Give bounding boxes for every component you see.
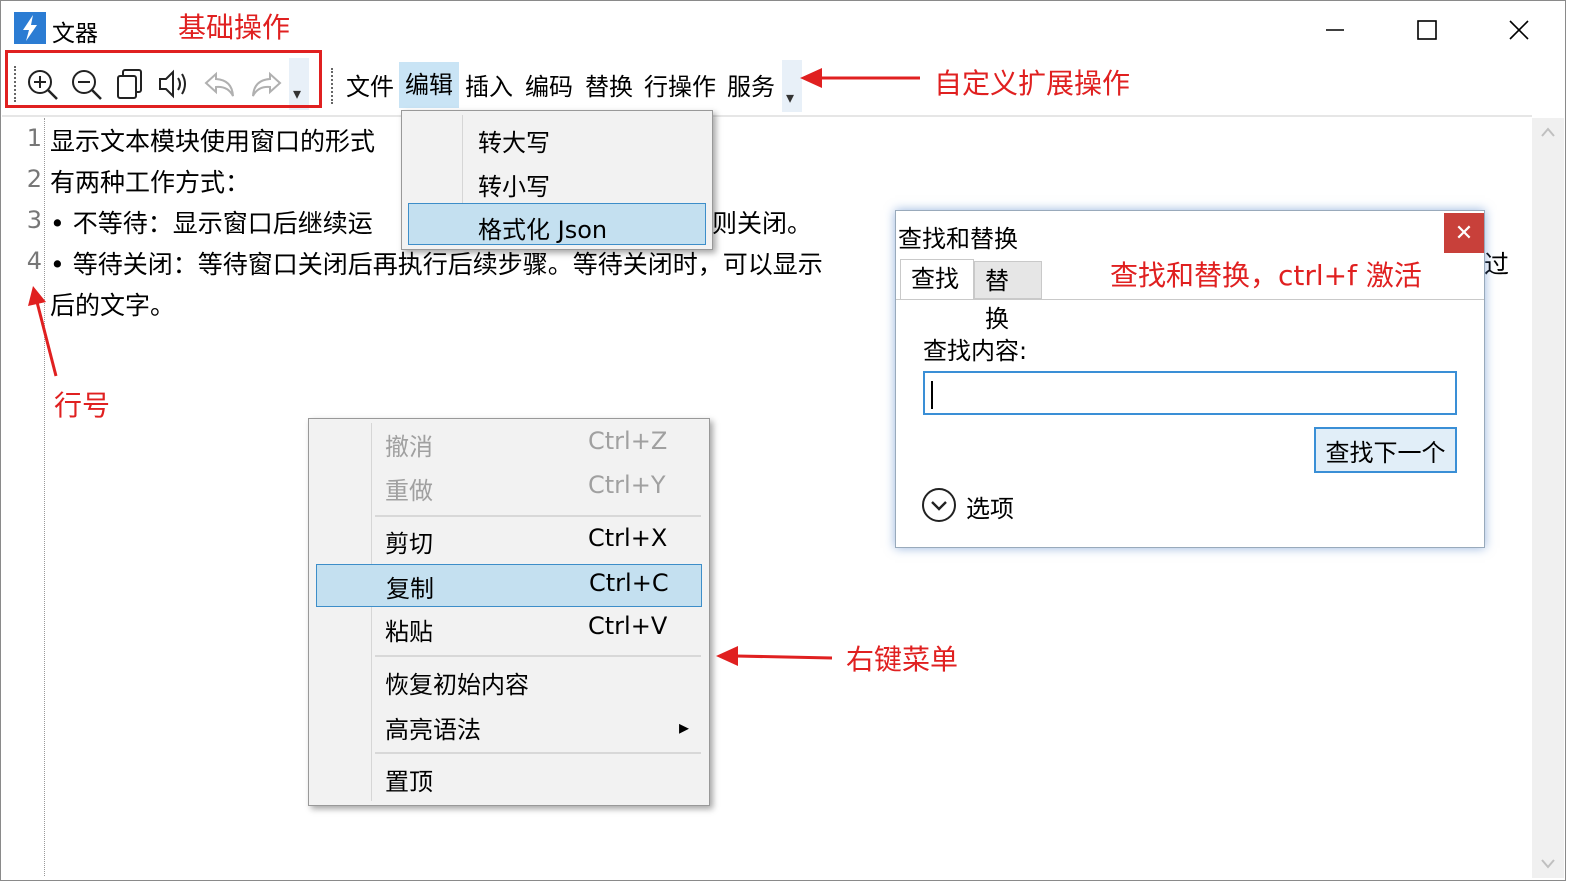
arrow-icon	[716, 646, 833, 666]
arrow-icon	[800, 68, 920, 88]
arrow-icon	[28, 286, 58, 377]
annotation-arrows	[28, 68, 920, 666]
